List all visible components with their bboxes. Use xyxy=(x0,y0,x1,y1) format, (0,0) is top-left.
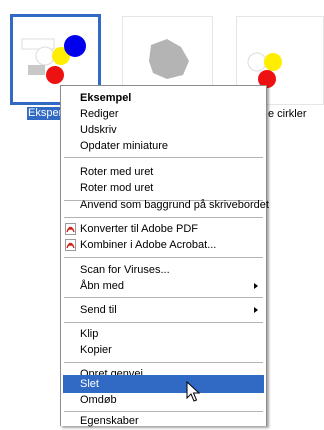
menu-item-label: Opdater miniature xyxy=(80,140,169,152)
menu-item-label: Scan for Viruses... xyxy=(80,264,170,276)
menu-item-omdoeb[interactable]: Omdøb xyxy=(63,391,264,409)
menu-item-label: Omdøb xyxy=(80,394,117,406)
menu-item-egenskaber[interactable]: Egenskaber xyxy=(63,412,264,430)
menu-separator xyxy=(64,297,263,298)
context-menu: Eksempel Rediger Udskriv Opdater miniatu… xyxy=(60,85,269,427)
menu-item-label: Slet xyxy=(80,378,99,390)
menu-item-label: Klip xyxy=(80,328,99,340)
menu-separator xyxy=(64,157,263,158)
submenu-arrow-icon xyxy=(254,283,258,289)
menu-item-label: Eksempel xyxy=(80,92,132,104)
submenu-arrow-icon xyxy=(254,307,258,313)
menu-item-label: Kombiner i Adobe Acrobat... xyxy=(80,239,217,251)
menu-item-send-til[interactable]: Send til xyxy=(63,301,264,319)
menu-item-kopier[interactable]: Kopier xyxy=(63,341,264,359)
menu-item-roter-mod-uret[interactable]: Roter mod uret xyxy=(63,179,264,197)
pdf-icon xyxy=(65,239,76,251)
menu-item-kombiner-acrobat[interactable]: Kombiner i Adobe Acrobat... xyxy=(63,236,264,254)
menu-separator xyxy=(64,362,263,363)
menu-item-aabn-med[interactable]: Åbn med xyxy=(63,277,264,295)
menu-item-label: Roter mod uret xyxy=(80,182,154,194)
menu-separator xyxy=(64,322,263,323)
menu-item-label: Roter med uret xyxy=(80,166,154,178)
thumbnail-label-cirkler: e cirkler xyxy=(268,108,307,120)
menu-item-label: Åbn med xyxy=(80,280,125,292)
menu-item-label: Kopier xyxy=(80,344,112,356)
menu-item-label: Konverter til Adobe PDF xyxy=(80,223,199,235)
menu-separator xyxy=(64,257,263,258)
menu-item-label: Send til xyxy=(80,304,117,316)
pdf-icon xyxy=(65,223,76,235)
menu-item-label: Egenskaber xyxy=(80,415,139,427)
mouse-cursor-icon xyxy=(186,381,200,402)
menu-separator xyxy=(64,217,263,218)
menu-item-opdater-miniature[interactable]: Opdater miniature xyxy=(63,137,264,155)
menu-item-label: Rediger xyxy=(80,108,119,120)
menu-item-label: Udskriv xyxy=(80,124,117,136)
menu-item-label: Anvend som baggrund på skrivebordet xyxy=(80,199,269,211)
menu-item-anvend-som-baggrund[interactable]: Anvend som baggrund på skrivebordet xyxy=(63,196,269,214)
